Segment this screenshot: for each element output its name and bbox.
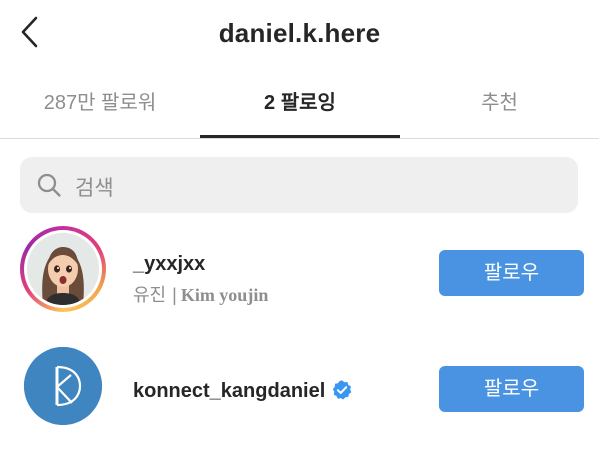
story-ring[interactable] [20,226,106,312]
konnect-logo-icon [24,347,102,425]
tab-following[interactable]: 2 팔로잉 [200,72,400,138]
tab-bar: 287만 팔로워 2 팔로잉 추천 [0,72,599,139]
avatar [27,233,99,305]
active-tab-indicator [200,135,400,138]
verified-badge-icon [333,380,352,400]
username[interactable]: konnect_kangdaniel [133,379,353,403]
search-input[interactable]: 검색 [20,157,578,213]
top-bar: daniel.k.here [0,0,599,70]
tab-suggested[interactable]: 추천 [400,72,599,138]
display-name-english: Kim youjin [180,285,269,305]
display-name-korean: 유진 [133,285,167,305]
search-placeholder: 검색 [75,177,114,200]
follow-button[interactable]: 팔로우 [439,250,584,296]
username-text: konnect_kangdaniel [133,380,326,402]
display-name-separator: | [172,285,177,305]
follow-button[interactable]: 팔로우 [439,366,584,412]
list-item: _yxxjxx 유진 | Kim youjin 팔로우 [0,222,599,332]
list-item: konnect_kangdaniel 팔로우 [0,339,599,449]
page-title: daniel.k.here [218,18,381,48]
tab-followers[interactable]: 287만 팔로워 [0,72,200,138]
avatar[interactable] [24,347,102,425]
memoji-avatar-image [27,233,99,305]
display-name: 유진 | Kim youjin [133,281,268,307]
username[interactable]: _yxxjxx [133,253,205,276]
search-icon [37,173,61,197]
